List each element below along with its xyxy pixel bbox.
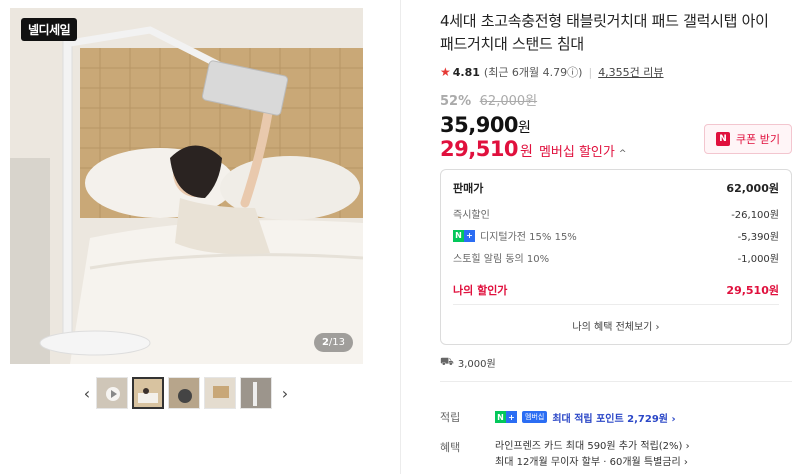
page-total: /13 <box>328 337 345 348</box>
member-price-label: 멤버십 할인가 <box>538 145 615 160</box>
discount-rate: 52% <box>440 94 472 109</box>
recent-rating: (최근 6개월 4.79 <box>483 66 568 79</box>
info-icon[interactable]: ⓘ <box>567 64 578 80</box>
thumbnail-2[interactable] <box>132 377 164 409</box>
benefits-row: 혜택 라인프렌즈 카드 최대 590원 추가 적립(2%) › 최대 12개월 … <box>440 439 690 471</box>
column-divider <box>400 0 401 474</box>
thumbnail-4[interactable] <box>204 377 236 409</box>
thumbnail-5-image <box>241 378 271 408</box>
product-title: 4세대 초고속충전형 태블릿거치대 패드 갤럭시탭 아이패드거치대 스탠드 침대 <box>440 12 769 53</box>
points-label: 적립 <box>440 411 461 424</box>
breakdown-value: -26,100원 <box>731 210 779 221</box>
thumb-next-arrow[interactable]: › <box>276 376 294 410</box>
breakdown-row-alert-discount: 스토힐 알림 동의 10% -1,000원 <box>453 250 779 265</box>
main-product-image[interactable]: 넬디세일 2/13 <box>10 8 363 364</box>
thumbnail-4-image <box>205 378 235 408</box>
section-divider <box>440 381 792 382</box>
breakdown-row-my-price: 나의 할인가 29,510원 <box>453 282 779 298</box>
naver-n-icon: N <box>716 132 730 146</box>
review-count-link[interactable]: 4,355건 리뷰 <box>598 64 663 80</box>
membership-tag: 멤버십 <box>522 411 548 423</box>
breakdown-label: 판매가 <box>453 182 484 195</box>
breakdown-label: 스토힐 알림 동의 10% <box>453 254 550 265</box>
rating-row: ★ 4.81 (최근 6개월 4.79 ⓘ ) | 4,355건 리뷰 <box>440 64 664 80</box>
page-current: 2 <box>321 337 329 348</box>
shipping-row: ⛟ 3,000원 <box>440 355 496 370</box>
image-page-counter: 2/13 <box>313 333 353 352</box>
breakdown-label: 디지털가전 15% 15% <box>480 232 577 243</box>
chevron-up-icon: ^ <box>618 149 627 159</box>
breakdown-value: -1,000원 <box>737 254 779 265</box>
benefit-item[interactable]: 라인프렌즈 카드 최대 590원 추가 적립(2%) › <box>495 439 690 455</box>
discount-row: 52% 62,000원 <box>440 90 537 109</box>
points-row: 적립 N + 멤버십 최대 적립 포인트 2,729원 › <box>440 409 676 425</box>
breakdown-value: 29,510원 <box>726 284 779 297</box>
benefits-label: 혜택 <box>440 441 461 454</box>
member-price-unit: 원 <box>520 144 533 160</box>
breakdown-row-category-discount: N + 디지털가전 15% 15% -5,390원 <box>453 228 779 243</box>
thumbnail-5[interactable] <box>240 377 272 409</box>
breakdown-label: 나의 할인가 <box>453 284 508 297</box>
benefits-list: 라인프렌즈 카드 최대 590원 추가 적립(2%) › 최대 12개월 무이자… <box>495 439 690 471</box>
breakdown-label-wrap: N + 디지털가전 15% 15% <box>453 228 577 243</box>
shipping-fee: 3,000원 <box>457 359 496 370</box>
thumbnail-strip: ‹ › <box>78 376 296 410</box>
breakdown-row-instant-discount: 즉시할인 -26,100원 <box>453 206 779 221</box>
breakdown-label: 즉시할인 <box>453 210 490 221</box>
view-all-benefits-link[interactable]: 나의 혜택 전체보기 › <box>441 318 791 333</box>
sale-price-row: 35,900원 <box>440 113 531 137</box>
price-breakdown-box: 판매가 62,000원 즉시할인 -26,100원 N + 디지털가전 15% 1… <box>440 169 792 345</box>
member-price-row[interactable]: 29,510 원 멤버십 할인가 ^ <box>440 137 626 161</box>
star-icon: ★ <box>440 65 451 79</box>
coupon-button-label: 쿠폰 받기 <box>736 133 780 146</box>
product-gallery: 넬디세일 2/13 ‹ › <box>0 0 400 474</box>
thumb-prev-arrow[interactable]: ‹ <box>78 376 96 410</box>
recent-rating-close: ) <box>578 65 583 79</box>
breakdown-value: -5,390원 <box>737 232 779 243</box>
thumbnail-1[interactable] <box>96 377 128 409</box>
thumbnail-1-image <box>97 378 127 408</box>
brand-badge: 넬디세일 <box>21 18 78 41</box>
rating-score: 4.81 <box>452 65 480 79</box>
coupon-button[interactable]: N 쿠폰 받기 <box>704 124 792 154</box>
breakdown-divider <box>453 304 779 305</box>
points-value: 최대 적립 포인트 2,729원 › <box>552 413 676 425</box>
truck-icon: ⛟ <box>440 355 454 368</box>
naver-plus-icon: N + <box>453 229 475 242</box>
naver-plus-icon: N + <box>495 411 517 423</box>
member-price: 29,510 <box>440 137 519 161</box>
original-price: 62,000원 <box>479 94 538 109</box>
breakdown-value: 62,000원 <box>726 182 779 195</box>
sale-price-unit: 원 <box>518 120 531 136</box>
benefit-item[interactable]: 최대 12개월 무이자 할부 · 60개월 특별금리 › <box>495 455 690 471</box>
thumbnail-3[interactable] <box>168 377 200 409</box>
rating-separator: | <box>588 65 593 79</box>
sale-price: 35,900 <box>440 113 519 137</box>
thumbnail-3-image <box>169 378 199 408</box>
thumbnail-2-image <box>134 379 162 407</box>
breakdown-row-list-price: 판매가 62,000원 <box>453 180 779 196</box>
product-photo-illustration <box>10 8 363 364</box>
points-link[interactable]: N + 멤버십 최대 적립 포인트 2,729원 › <box>495 410 676 425</box>
